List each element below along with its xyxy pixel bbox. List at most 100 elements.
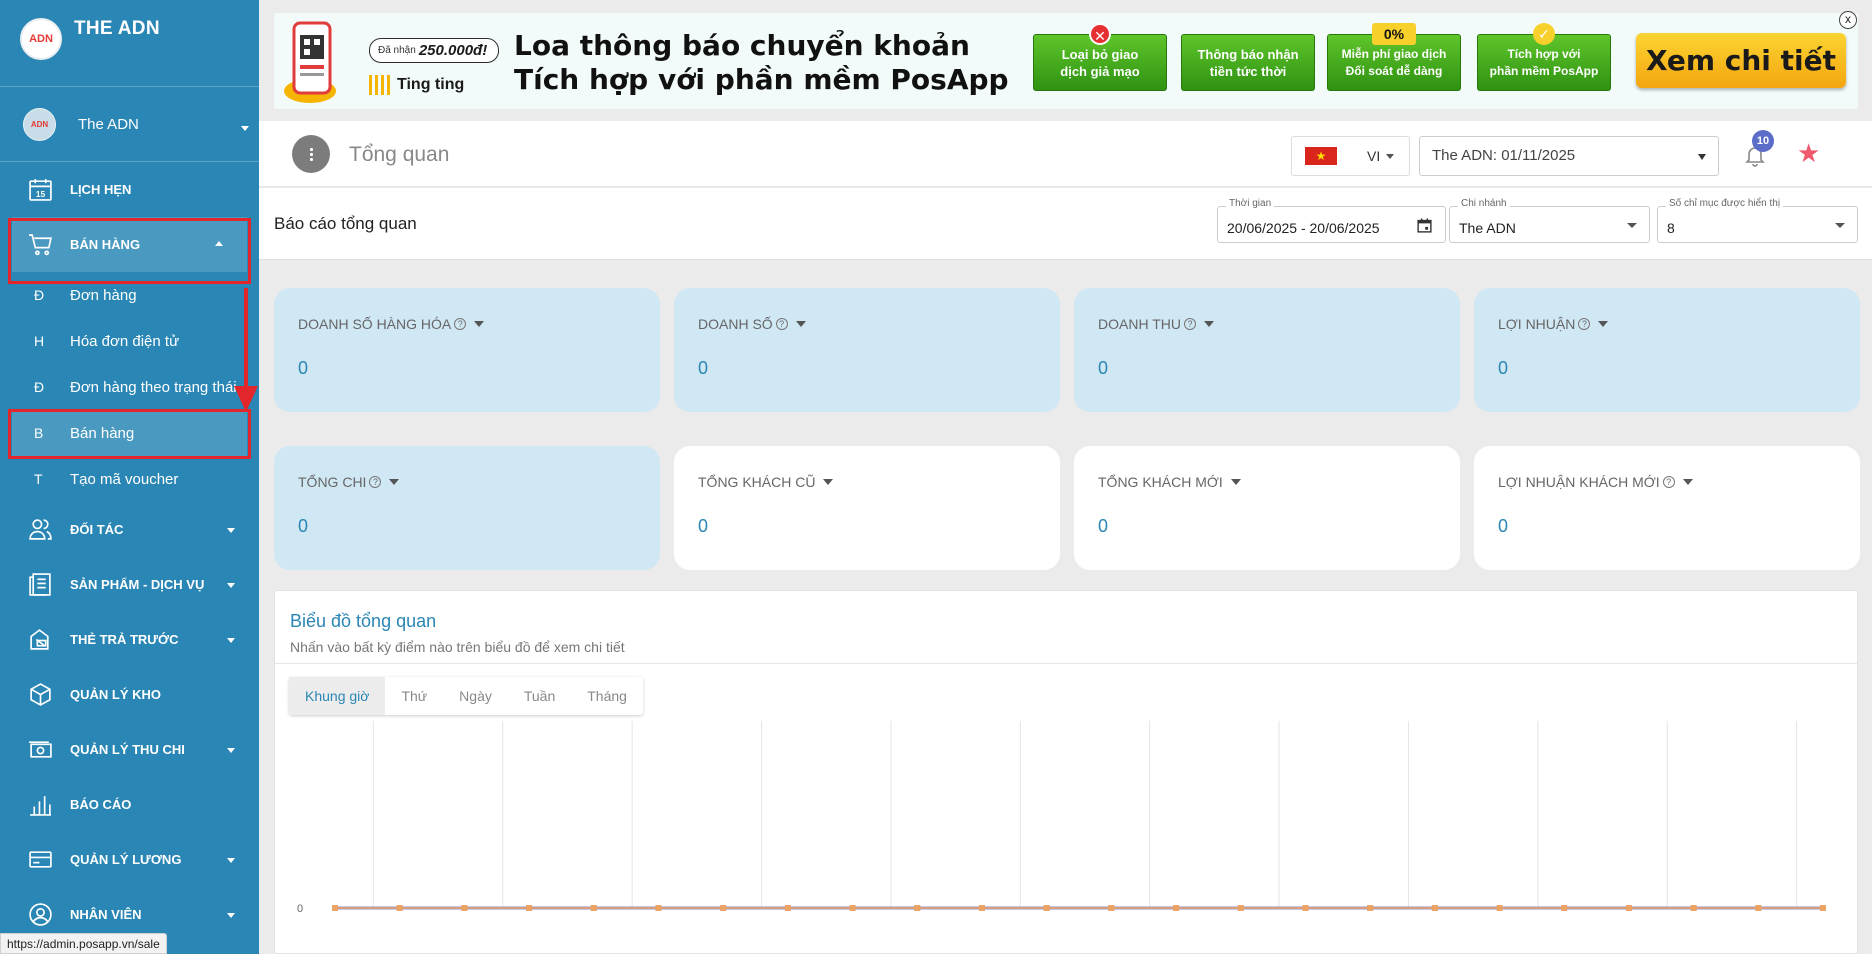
banner-feature-line1: Thông báo nhận: [1197, 46, 1299, 62]
banner-feature-line1: Loại bỏ giao: [1061, 46, 1139, 62]
sidebar-item-label: NHÂN VIÊN: [70, 907, 142, 922]
help-icon[interactable]: ?: [775, 318, 788, 330]
chart-point[interactable]: [1496, 905, 1503, 911]
chart-point[interactable]: [1820, 905, 1826, 911]
chart-point[interactable]: [720, 905, 727, 911]
branch-select[interactable]: The ADN: 01/11/2025: [1419, 136, 1719, 176]
help-icon[interactable]: ?: [369, 476, 382, 488]
chart-point[interactable]: [1561, 905, 1568, 911]
help-icon[interactable]: ?: [1578, 318, 1591, 330]
item-count-label: Số chỉ mục được hiển thị: [1666, 198, 1784, 209]
summary-card-title: TỔNG KHÁCH CŨ: [698, 474, 816, 490]
avatar: ADN: [23, 107, 56, 141]
star-icon[interactable]: ★: [1797, 138, 1820, 169]
chart-point[interactable]: [784, 905, 791, 911]
chart-tab[interactable]: Tuần: [508, 677, 571, 715]
chevron-down-icon[interactable]: [1682, 479, 1693, 485]
summary-card-label[interactable]: DOANH THU?: [1098, 316, 1214, 332]
vietnam-flag-icon: ★: [1305, 147, 1337, 165]
annotation-highlight-ban-hang-submenu: [8, 409, 251, 459]
submenu-item-hoa-don-dien-tu[interactable]: H Hóa đơn điện tử: [0, 318, 259, 364]
chart-point[interactable]: [461, 905, 468, 911]
chart-point[interactable]: [914, 905, 921, 911]
chart-point[interactable]: [1625, 905, 1632, 911]
submenu-item-don-hang-trang-thai[interactable]: Đ Đơn hàng theo trạng thái: [0, 364, 259, 410]
chart-point[interactable]: [332, 905, 338, 911]
account-name: The ADN: [78, 115, 139, 133]
sidebar-item-quan-ly-thu-chi[interactable]: QUẢN LÝ THU CHI: [0, 722, 259, 777]
sidebar-item-the-tra-truoc[interactable]: THẺ TRẢ TRƯỚC: [0, 612, 259, 667]
date-range-label: Thời gian: [1226, 198, 1275, 209]
brand-logo[interactable]: ADN: [20, 18, 62, 60]
summary-card-label[interactable]: LỢI NHUẬN?: [1498, 316, 1609, 332]
chart-tab[interactable]: Tháng: [571, 677, 643, 715]
chart-tab[interactable]: Ngày: [443, 677, 508, 715]
chart-tab[interactable]: Thứ: [385, 677, 443, 715]
chevron-down-icon[interactable]: [389, 479, 400, 485]
sidebar-item-lich-hen[interactable]: 15 LỊCH HẸN: [0, 162, 259, 217]
overview-line-chart[interactable]: 0: [275, 721, 1858, 954]
summary-card: DOANH SỐ? 0: [674, 288, 1060, 412]
summary-card-label[interactable]: DOANH SỐ?: [698, 316, 806, 332]
item-count-value: 8: [1667, 220, 1675, 236]
banner-cta-button[interactable]: Xem chi tiết: [1636, 33, 1846, 88]
chart-point[interactable]: [1237, 905, 1244, 911]
more-menu-button[interactable]: [292, 135, 330, 173]
chart-point[interactable]: [526, 905, 533, 911]
chart-period-tabs: Khung giờ Thứ Ngày Tuần Tháng: [289, 677, 643, 715]
chevron-down-icon[interactable]: [1230, 479, 1241, 485]
summary-card-label[interactable]: TỔNG CHI?: [298, 474, 400, 490]
sidebar-item-san-pham[interactable]: SẢN PHẨM - DỊCH VỤ: [0, 557, 259, 612]
language-selector[interactable]: ★ VI: [1291, 136, 1410, 176]
chevron-down-icon[interactable]: [1203, 321, 1214, 327]
submenu-label: Hóa đơn điện tử: [70, 332, 180, 350]
promo-banner[interactable]: Đã nhận 250.000đ! Ting ting Loa thông bá…: [274, 13, 1858, 109]
chart-point[interactable]: [978, 905, 985, 911]
chart-tab[interactable]: Khung giờ: [289, 677, 386, 715]
help-icon[interactable]: ?: [454, 318, 467, 330]
banner-feature-free: 0% Miễn phí giao dịch Đối soát dễ dàng: [1327, 23, 1461, 91]
overview-chart-panel: Biểu đồ tổng quan Nhấn vào bất kỳ điểm n…: [274, 590, 1858, 954]
chart-point[interactable]: [849, 905, 856, 911]
sidebar-item-quan-ly-kho[interactable]: QUẢN LÝ KHO: [0, 667, 259, 722]
help-icon[interactable]: ?: [1183, 318, 1196, 330]
account-switcher[interactable]: ADN The ADN: [0, 87, 259, 162]
chart-point[interactable]: [1755, 905, 1762, 911]
chevron-down-icon[interactable]: [474, 321, 485, 327]
chart-point[interactable]: [1173, 905, 1180, 911]
summary-card-label[interactable]: DOANH SỐ HÀNG HÓA?: [298, 316, 485, 332]
chart-point[interactable]: [1690, 905, 1697, 911]
summary-card: TỔNG CHI? 0: [274, 446, 660, 570]
chevron-down-icon[interactable]: [795, 321, 806, 327]
branch-filter[interactable]: Chi nhánh The ADN: [1449, 198, 1650, 243]
chart-point[interactable]: [1431, 905, 1438, 911]
summary-card-label[interactable]: TỔNG KHÁCH CŨ: [698, 474, 834, 490]
chart-point[interactable]: [590, 905, 597, 911]
close-circle-icon: ✕: [1089, 23, 1111, 45]
branch-select-value: The ADN: 01/11/2025: [1432, 147, 1576, 164]
chevron-down-icon[interactable]: [1598, 321, 1609, 327]
submenu-item-tao-ma-voucher[interactable]: T Tạo mã voucher: [0, 456, 259, 502]
chart-point[interactable]: [396, 905, 403, 911]
chart-point[interactable]: [655, 905, 662, 911]
chart-point[interactable]: [1043, 905, 1050, 911]
sidebar-item-doi-tac[interactable]: ĐỐI TÁC: [0, 502, 259, 557]
help-icon[interactable]: ?: [1662, 476, 1675, 488]
sidebar-item-bao-cao[interactable]: BÁO CÁO: [0, 777, 259, 832]
chart-point[interactable]: [1302, 905, 1309, 911]
banner-close-button[interactable]: x: [1839, 11, 1857, 29]
box-icon: [28, 682, 53, 707]
summary-card-label[interactable]: TỔNG KHÁCH MỚI: [1098, 474, 1241, 490]
chart-point[interactable]: [1108, 905, 1115, 911]
date-range-field[interactable]: Thời gian 20/06/2025 - 20/06/2025: [1217, 198, 1446, 243]
summary-card: TỔNG KHÁCH MỚI 0: [1074, 446, 1460, 570]
calendar-icon[interactable]: [1416, 217, 1433, 234]
item-count-select[interactable]: Số chỉ mục được hiển thị 8: [1657, 198, 1858, 243]
sidebar-item-quan-ly-luong[interactable]: QUẢN LÝ LƯƠNG: [0, 832, 259, 887]
sidebar-item-label: QUẢN LÝ LƯƠNG: [70, 852, 182, 867]
summary-card-label[interactable]: LỢI NHUẬN KHÁCH MỚI?: [1498, 474, 1693, 490]
chevron-down-icon[interactable]: [823, 479, 834, 485]
chart-point[interactable]: [1367, 905, 1374, 911]
summary-card-title: DOANH SỐ HÀNG HÓA: [298, 316, 452, 332]
sidebar-item-label: THẺ TRẢ TRƯỚC: [70, 632, 179, 647]
